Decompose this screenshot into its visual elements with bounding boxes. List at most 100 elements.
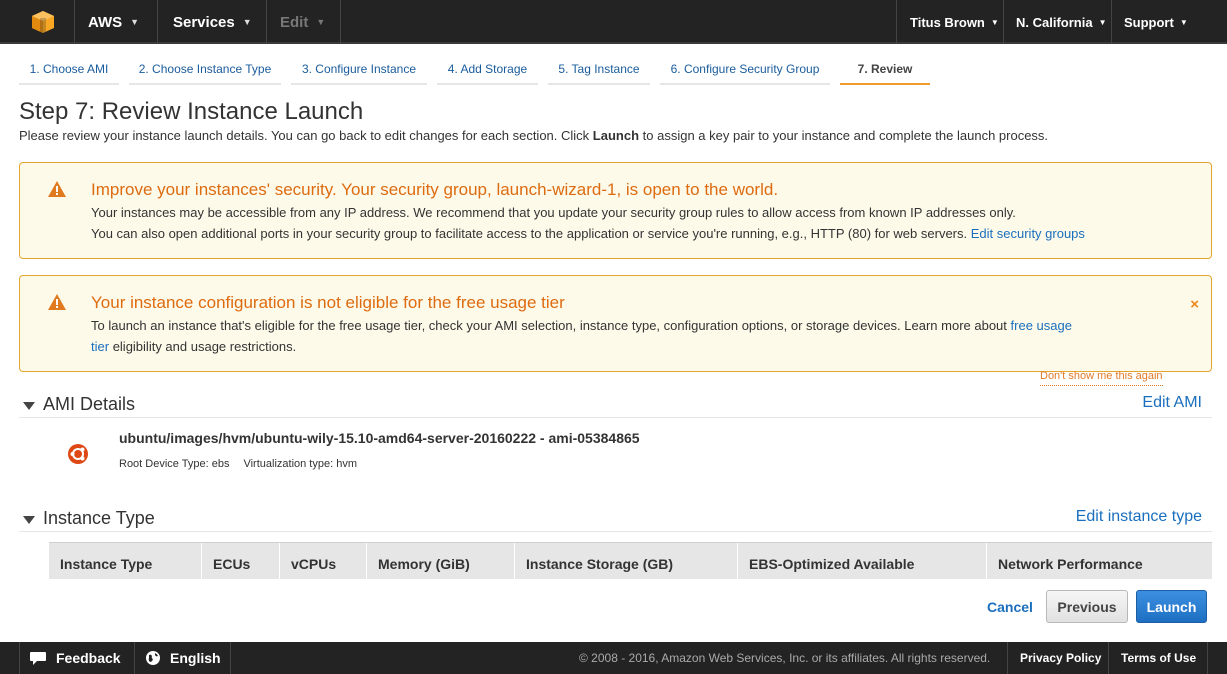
tab-choose-instance-type[interactable]: 2. Choose Instance Type bbox=[129, 54, 281, 85]
section-title: AMI Details bbox=[43, 394, 136, 414]
warning-icon bbox=[48, 294, 66, 310]
alert-text: tier eligibility and usage restrictions. bbox=[91, 339, 296, 354]
feedback-label: Feedback bbox=[56, 650, 121, 666]
aws-menu[interactable]: AWS ▼ bbox=[88, 0, 139, 44]
footer-divider bbox=[1207, 642, 1208, 674]
chevron-down-icon: ▼ bbox=[1098, 17, 1107, 27]
virtualization-type: Virtualization type: hvm bbox=[243, 458, 357, 470]
language-selector[interactable]: English bbox=[145, 642, 221, 674]
column-header[interactable]: Instance Storage (GB) bbox=[514, 543, 737, 580]
services-menu[interactable]: Services ▼ bbox=[173, 0, 252, 44]
subtitle-text-end: to assign a key pair to your instance an… bbox=[639, 128, 1049, 143]
nav-divider bbox=[340, 0, 341, 44]
subtitle-launch-word: Launch bbox=[592, 128, 640, 143]
free-usage-tier-link[interactable]: tier bbox=[91, 339, 109, 354]
tab-configure-instance[interactable]: 3. Configure Instance bbox=[291, 54, 427, 85]
edit-menu-label: Edit bbox=[280, 13, 309, 31]
alert-text-part: eligibility and usage restrictions. bbox=[112, 339, 297, 354]
alert-title: Your instance configuration is not eligi… bbox=[91, 293, 565, 312]
close-icon[interactable]: × bbox=[1190, 296, 1199, 313]
support-menu-label: Support bbox=[1124, 14, 1174, 30]
page-title: Step 7: Review Instance Launch bbox=[19, 98, 364, 125]
tab-tag-instance[interactable]: 5. Tag Instance bbox=[548, 54, 650, 85]
chevron-down-icon: ▼ bbox=[1179, 17, 1188, 27]
collapse-triangle-icon[interactable] bbox=[23, 402, 35, 410]
globe-icon bbox=[146, 651, 160, 665]
ami-metadata: Root Device Type: ebs Virtualization type… bbox=[119, 458, 357, 470]
column-header[interactable]: Memory (GiB) bbox=[366, 543, 514, 580]
footer-divider bbox=[1108, 642, 1109, 674]
previous-button[interactable]: Previous bbox=[1046, 590, 1128, 623]
feedback-button[interactable]: Feedback bbox=[29, 642, 121, 674]
aws-cube-logo-icon[interactable] bbox=[30, 9, 56, 35]
chevron-down-icon: ▼ bbox=[990, 17, 999, 27]
footer-divider bbox=[19, 642, 20, 674]
collapse-triangle-icon[interactable] bbox=[23, 516, 35, 524]
root-device-type: Root Device Type: ebs bbox=[119, 458, 230, 470]
column-header[interactable]: ECUs bbox=[201, 543, 279, 580]
chevron-down-icon: ▼ bbox=[316, 17, 326, 27]
nav-divider bbox=[266, 0, 267, 44]
instance-type-table-header: Instance Type ECUs vCPUs Memory (GiB) In… bbox=[49, 542, 1212, 580]
footer-divider bbox=[134, 642, 135, 674]
aws-menu-label: AWS bbox=[88, 13, 123, 31]
region-menu[interactable]: N. California ▼ bbox=[1016, 0, 1107, 44]
region-menu-label: N. California bbox=[1016, 14, 1093, 30]
chevron-down-icon: ▼ bbox=[242, 17, 252, 27]
ami-name: ubuntu/images/hvm/ubuntu-wily-15.10-amd6… bbox=[119, 430, 640, 446]
dont-show-again-link[interactable]: Don't show me this again bbox=[1040, 370, 1163, 386]
tab-label: 6. Configure Security Group bbox=[670, 61, 820, 76]
alert-text-part: To launch an instance that's eligible fo… bbox=[91, 318, 1007, 333]
tab-label: 1. Choose AMI bbox=[29, 61, 109, 76]
ami-details-section-header[interactable]: AMI Details Edit AMI bbox=[19, 394, 1212, 418]
edit-menu[interactable]: Edit ▼ bbox=[280, 0, 325, 44]
launch-button[interactable]: Launch bbox=[1136, 590, 1207, 623]
instance-type-section-header[interactable]: Instance Type Edit instance type bbox=[19, 508, 1212, 532]
tab-configure-security-group[interactable]: 6. Configure Security Group bbox=[660, 54, 830, 85]
footer-divider bbox=[1007, 642, 1008, 674]
edit-instance-type-link[interactable]: Edit instance type bbox=[1076, 508, 1202, 526]
nav-divider bbox=[74, 0, 75, 44]
column-header[interactable]: Network Performance bbox=[986, 543, 1212, 580]
language-label: English bbox=[170, 650, 221, 666]
console-footer: Feedback English © 2008 - 2016, Amazon W… bbox=[0, 642, 1227, 674]
user-menu-label: Titus Brown bbox=[910, 14, 985, 30]
nav-divider bbox=[896, 0, 897, 44]
nav-divider bbox=[1111, 0, 1112, 44]
chevron-down-icon: ▼ bbox=[130, 17, 140, 27]
user-menu[interactable]: Titus Brown ▼ bbox=[910, 0, 999, 44]
page-subtitle: Please review your instance launch detai… bbox=[19, 128, 1048, 143]
speech-bubble-icon bbox=[30, 652, 46, 665]
alert-text-part: You can also open additional ports in yo… bbox=[91, 226, 968, 241]
tab-review[interactable]: 7. Review bbox=[840, 54, 930, 85]
column-header[interactable]: EBS-Optimized Available bbox=[737, 543, 986, 580]
column-header[interactable]: vCPUs bbox=[279, 543, 366, 580]
edit-ami-link[interactable]: Edit AMI bbox=[1142, 394, 1202, 412]
alert-text: To launch an instance that's eligible fo… bbox=[91, 318, 1072, 333]
alert-text: Your instances may be accessible from an… bbox=[91, 205, 1016, 220]
tab-add-storage[interactable]: 4. Add Storage bbox=[437, 54, 538, 85]
privacy-policy-link[interactable]: Privacy Policy bbox=[1020, 642, 1101, 674]
terms-of-use-link[interactable]: Terms of Use bbox=[1121, 642, 1196, 674]
cancel-button[interactable]: Cancel bbox=[982, 590, 1038, 623]
ubuntu-logo-icon bbox=[68, 444, 88, 464]
free-usage-tier-link[interactable]: free usage bbox=[1011, 318, 1072, 333]
tab-label: 2. Choose Instance Type bbox=[138, 61, 272, 76]
free-tier-warning-alert: Your instance configuration is not eligi… bbox=[19, 275, 1212, 372]
tab-label: 5. Tag Instance bbox=[558, 61, 640, 76]
tab-label: 3. Configure Instance bbox=[301, 61, 417, 76]
tab-label: 4. Add Storage bbox=[447, 61, 528, 76]
tab-choose-ami[interactable]: 1. Choose AMI bbox=[19, 54, 119, 85]
support-menu[interactable]: Support ▼ bbox=[1124, 0, 1188, 44]
section-title: Instance Type bbox=[43, 508, 155, 528]
nav-divider bbox=[157, 0, 158, 44]
footer-divider bbox=[230, 642, 231, 674]
services-menu-label: Services bbox=[173, 13, 235, 31]
tab-label: 7. Review bbox=[857, 61, 913, 76]
edit-security-groups-link[interactable]: Edit security groups bbox=[971, 226, 1085, 241]
alert-title: Improve your instances' security. Your s… bbox=[91, 180, 779, 199]
column-header[interactable]: Instance Type bbox=[49, 543, 201, 580]
security-warning-alert: Improve your instances' security. Your s… bbox=[19, 162, 1212, 259]
copyright-text: © 2008 - 2016, Amazon Web Services, Inc.… bbox=[579, 651, 991, 665]
subtitle-text: Please review your instance launch detai… bbox=[19, 128, 593, 143]
